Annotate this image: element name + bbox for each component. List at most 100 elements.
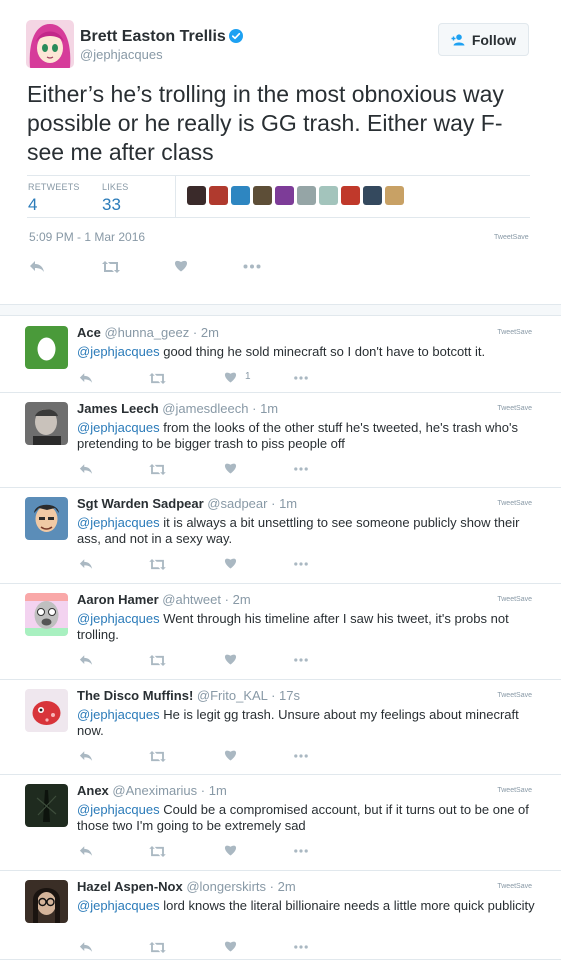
reply-author-handle[interactable]: @longerskirts	[186, 879, 266, 894]
reply-author-name[interactable]: Aaron Hamer	[77, 592, 159, 607]
reply-avatar[interactable]	[25, 689, 68, 732]
reply-author-handle[interactable]: @Aneximarius	[112, 783, 197, 798]
reply-avatar[interactable]	[25, 784, 68, 827]
separator-dot: ·	[271, 688, 276, 703]
more-icon[interactable]	[293, 467, 309, 471]
mention-link[interactable]: @jephjacques	[77, 344, 160, 359]
liker-avatar[interactable]	[253, 186, 272, 205]
reply-icon[interactable]	[79, 372, 93, 384]
reply-time[interactable]: 2m	[278, 879, 296, 894]
author-avatar[interactable]	[26, 20, 74, 68]
like-icon[interactable]	[224, 653, 237, 665]
reply-author-name[interactable]: Anex	[77, 783, 109, 798]
reply-icon[interactable]	[79, 654, 93, 666]
liker-avatar[interactable]	[209, 186, 228, 205]
liker-avatar[interactable]	[297, 186, 316, 205]
reply-avatar[interactable]	[25, 497, 68, 540]
like-icon[interactable]	[224, 940, 237, 952]
like-icon[interactable]	[224, 844, 237, 856]
more-icon[interactable]	[293, 562, 309, 566]
liker-avatar[interactable]	[231, 186, 250, 205]
reply-author-name[interactable]: James Leech	[77, 401, 159, 416]
mention-link[interactable]: @jephjacques	[77, 707, 160, 722]
retweets-stat[interactable]: RETWEETS 4	[28, 182, 80, 215]
like-icon[interactable]	[224, 371, 237, 383]
reply-author-name[interactable]: The Disco Muffins!	[77, 688, 193, 703]
retweet-icon[interactable]	[102, 261, 120, 273]
more-icon[interactable]	[293, 945, 309, 949]
reply-author-handle[interactable]: @Frito_KAL	[197, 688, 268, 703]
reply-avatar[interactable]	[25, 593, 68, 636]
reply-time[interactable]: 1m	[279, 496, 297, 511]
tweet-actions	[29, 258, 279, 276]
reply-time[interactable]: 1m	[209, 783, 227, 798]
liker-avatar[interactable]	[341, 186, 360, 205]
retweet-icon[interactable]	[149, 559, 166, 570]
author-name[interactable]: Brett Easton Trellis	[80, 28, 243, 46]
mention-link[interactable]: @jephjacques	[77, 898, 160, 913]
reply-time[interactable]: 17s	[279, 688, 300, 703]
reply-icon[interactable]	[79, 750, 93, 762]
liker-avatar[interactable]	[275, 186, 294, 205]
tweetsave-label: TweetSave	[494, 234, 529, 241]
reply-avatar[interactable]	[25, 402, 68, 445]
tweetsave-label: TweetSave	[497, 787, 532, 794]
reply-tweet: Hazel Aspen-Nox @longerskirts · 2m TweetS…	[0, 871, 561, 960]
more-icon[interactable]	[243, 264, 261, 269]
reply-time[interactable]: 2m	[201, 325, 219, 340]
like-icon[interactable]	[174, 259, 188, 272]
reply-icon[interactable]	[79, 845, 93, 857]
reply-time[interactable]: 1m	[260, 401, 278, 416]
reply-actions: 1	[77, 370, 337, 386]
reply-author-handle[interactable]: @ahtweet	[162, 592, 221, 607]
reply-actions	[77, 843, 337, 859]
reply-actions	[77, 556, 337, 572]
follow-button[interactable]: Follow	[438, 23, 529, 56]
reply-icon[interactable]	[79, 558, 93, 570]
more-icon[interactable]	[293, 376, 309, 380]
retweet-icon[interactable]	[149, 464, 166, 475]
like-icon[interactable]	[224, 749, 237, 761]
like-icon[interactable]	[224, 557, 237, 569]
more-icon[interactable]	[293, 658, 309, 662]
reply-author-name[interactable]: Sgt Warden Sadpear	[77, 496, 204, 511]
retweet-icon[interactable]	[149, 655, 166, 666]
retweet-icon[interactable]	[149, 942, 166, 953]
likes-count: 33	[102, 195, 121, 214]
mention-link[interactable]: @jephjacques	[77, 515, 160, 530]
author-handle[interactable]: @jephjacques	[80, 47, 163, 62]
retweet-icon[interactable]	[149, 751, 166, 762]
likes-stat[interactable]: LIKES 33	[102, 182, 129, 215]
reply-icon[interactable]	[79, 463, 93, 475]
like-icon[interactable]	[224, 462, 237, 474]
mention-link[interactable]: @jephjacques	[77, 420, 160, 435]
reply-icon[interactable]	[79, 941, 93, 953]
retweet-icon[interactable]	[149, 373, 166, 384]
liker-avatar[interactable]	[363, 186, 382, 205]
mention-link[interactable]: @jephjacques	[77, 611, 160, 626]
reply-header: Aaron Hamer @ahtweet · 2m	[77, 592, 251, 607]
author-name-text[interactable]: Brett Easton Trellis	[80, 28, 226, 45]
more-icon[interactable]	[293, 754, 309, 758]
reply-avatar[interactable]	[25, 326, 68, 369]
reply-author-name[interactable]: Hazel Aspen-Nox	[77, 879, 183, 894]
reply-actions	[77, 748, 337, 764]
reply-time[interactable]: 2m	[233, 592, 251, 607]
tweet-stats: RETWEETS 4 LIKES 33	[27, 175, 530, 218]
reply-avatar[interactable]	[25, 880, 68, 923]
liker-avatar[interactable]	[187, 186, 206, 205]
follow-label: Follow	[471, 31, 517, 48]
more-icon[interactable]	[293, 849, 309, 853]
tweet-timestamp[interactable]: 5:09 PM - 1 Mar 2016	[29, 230, 145, 244]
retweet-icon[interactable]	[149, 846, 166, 857]
reply-author-handle[interactable]: @sadpear	[207, 496, 267, 511]
reply-author-handle[interactable]: @hunna_geez	[104, 325, 189, 340]
separator-dot: ·	[224, 592, 229, 607]
reply-icon[interactable]	[29, 260, 45, 273]
mention-link[interactable]: @jephjacques	[77, 802, 160, 817]
liker-avatar[interactable]	[385, 186, 404, 205]
reply-author-name[interactable]: Ace	[77, 325, 101, 340]
liker-avatar[interactable]	[319, 186, 338, 205]
reply-author-handle[interactable]: @jamesdleech	[162, 401, 248, 416]
reply-header: Anex @Aneximarius · 1m	[77, 783, 227, 798]
